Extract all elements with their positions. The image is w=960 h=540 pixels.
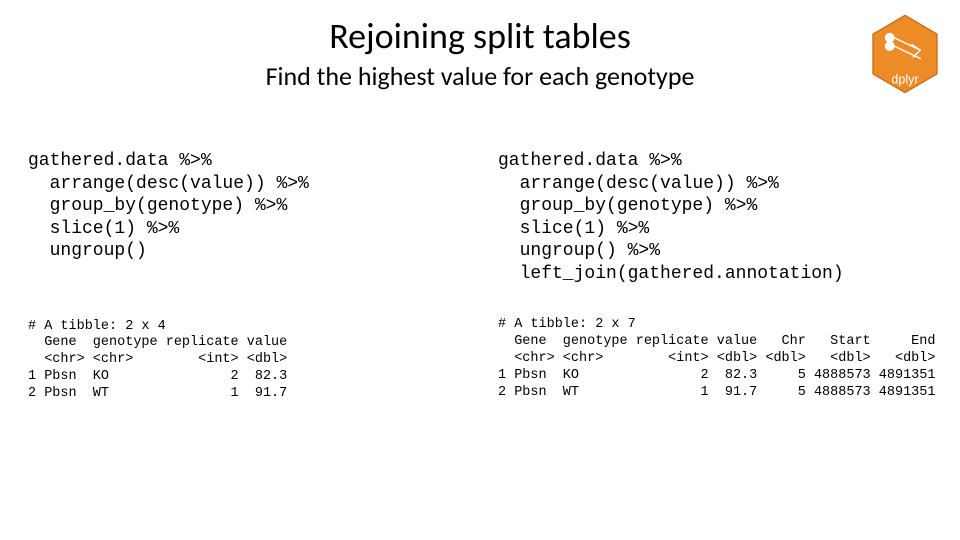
- dplyr-logo: dplyr: [870, 14, 940, 94]
- left-output-block: # A tibble: 2 x 4 Gene genotype replicat…: [28, 319, 462, 403]
- title-block: Rejoining split tables Find the highest …: [28, 14, 932, 92]
- slide-title: Rejoining split tables: [28, 14, 932, 58]
- hex-icon: dplyr: [870, 14, 940, 94]
- right-column: gathered.data %>% arrange(desc(value)) %…: [480, 150, 935, 403]
- slide: Rejoining split tables Find the highest …: [0, 0, 960, 540]
- columns: gathered.data %>% arrange(desc(value)) %…: [28, 150, 932, 403]
- right-output-block: # A tibble: 2 x 7 Gene genotype replicat…: [498, 317, 935, 401]
- logo-label: dplyr: [891, 73, 918, 87]
- right-code-block: gathered.data %>% arrange(desc(value)) %…: [498, 150, 935, 285]
- left-column: gathered.data %>% arrange(desc(value)) %…: [28, 150, 480, 403]
- left-code-block: gathered.data %>% arrange(desc(value)) %…: [28, 150, 462, 263]
- slide-subtitle: Find the highest value for each genotype: [28, 60, 932, 92]
